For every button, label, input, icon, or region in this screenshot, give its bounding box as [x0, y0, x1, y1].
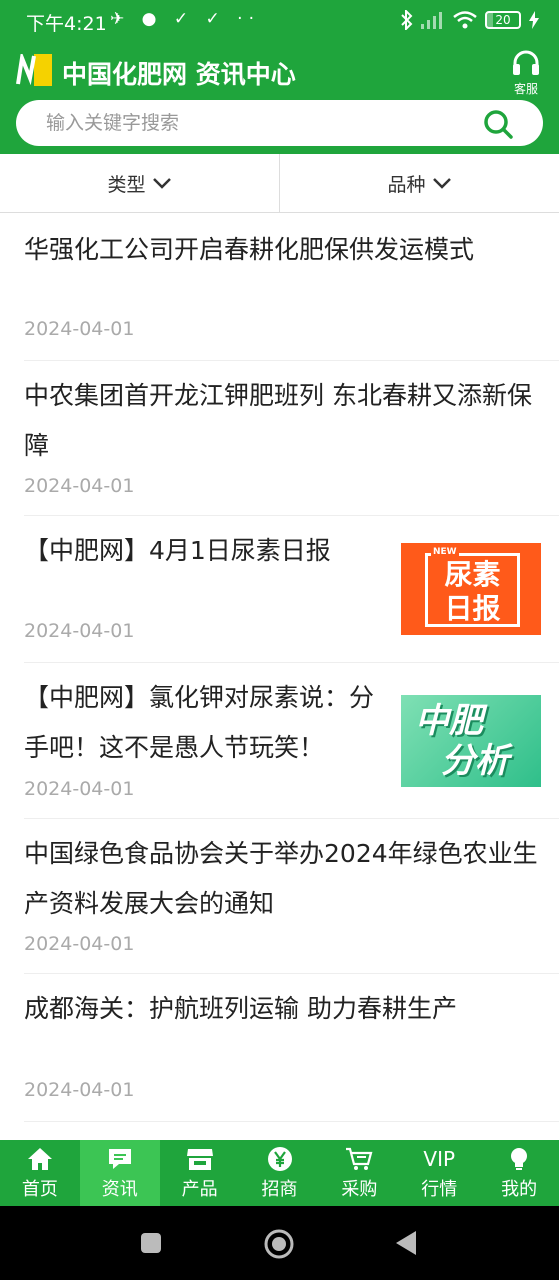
nav-label: 采购: [341, 1178, 378, 1200]
news-title: 中农集团首开龙江钾肥班列 东北春耕又添新保障: [24, 381, 532, 460]
nav-label: 资讯: [101, 1178, 138, 1200]
logo-icon: [16, 54, 52, 86]
nav-label: 首页: [21, 1178, 58, 1200]
cart-icon: [346, 1147, 373, 1170]
thumbnail-text-line1: 尿素: [444, 558, 501, 591]
nav-products[interactable]: 产品: [160, 1140, 240, 1206]
news-date: 2024-04-01: [24, 933, 135, 955]
news-title: 【中肥网】氯化钾对尿素说：分手吧！这不是愚人节玩笑！: [24, 683, 375, 762]
thumbnail-text-line2: 日报: [444, 592, 501, 625]
thumbnail-text-line2: 分析: [441, 741, 509, 781]
news-title: 中国绿色食品协会关于举办2024年绿色农业生产资料发展大会的通知: [24, 839, 538, 918]
news-title: 华强化工公司开启春耕化肥保供发运模式: [24, 235, 475, 264]
nav-mine[interactable]: 我的: [479, 1140, 559, 1206]
bluetooth-icon: [401, 10, 413, 30]
news-date: 2024-04-01: [24, 318, 135, 340]
wifi-icon: [453, 11, 477, 29]
nav-market[interactable]: VIP 行情: [399, 1140, 479, 1206]
nav-label: 我的: [501, 1178, 538, 1200]
signal-icon: [421, 12, 442, 29]
search-icon[interactable]: [483, 109, 513, 139]
search-bar: [16, 100, 543, 146]
yen-icon: [267, 1146, 292, 1171]
store-icon: [186, 1148, 213, 1170]
vip-icon: VIP: [423, 1146, 456, 1171]
system-nav-bar: [0, 1206, 559, 1280]
home-button[interactable]: [263, 1228, 295, 1260]
back-button[interactable]: [394, 1230, 418, 1256]
nav-investment[interactable]: 招商: [240, 1140, 320, 1206]
news-item[interactable]: 【中肥网】氯化钾对尿素说：分手吧！这不是愚人节玩笑！ 2024-04-01 中肥…: [24, 663, 559, 819]
news-thumbnail: 中肥 分析: [401, 695, 541, 787]
nav-label: 产品: [181, 1178, 218, 1200]
status-time: 下午4:21: [26, 13, 107, 35]
news-title: 成都海关：护航班列运输 助力春耕生产: [24, 994, 457, 1023]
news-list: 华强化工公司开启春耕化肥保供发运模式 2024-04-01 中农集团首开龙江钾肥…: [0, 213, 559, 1122]
news-item[interactable]: 中农集团首开龙江钾肥班列 东北春耕又添新保障 2024-04-01: [24, 361, 559, 516]
notification-icons: ✈ ● ✓ ✓ ··: [110, 9, 260, 29]
thumbnail-text-line1: 中肥: [415, 701, 483, 741]
news-item[interactable]: 华强化工公司开启春耕化肥保供发运模式 2024-04-01: [24, 213, 559, 361]
nav-news[interactable]: 资讯: [79, 1140, 160, 1206]
chevron-down-icon: [432, 178, 451, 189]
customer-service-label: 客服: [513, 82, 538, 96]
message-icon: [108, 1148, 131, 1169]
news-item[interactable]: 中国绿色食品协会关于举办2024年绿色农业生产资料发展大会的通知 2024-04…: [24, 819, 559, 974]
status-bar: 下午4:21 ✈ ● ✓ ✓ ·· 20: [0, 0, 559, 40]
nav-home[interactable]: 首页: [0, 1140, 80, 1206]
battery-percent: 20: [495, 13, 511, 27]
news-title: 【中肥网】4月1日尿素日报: [24, 536, 331, 565]
filter-variety-label: 品种: [387, 173, 426, 196]
filter-bar: 类型 品种: [0, 154, 559, 213]
bulb-icon: [511, 1147, 528, 1170]
battery-level: [487, 13, 494, 27]
charging-icon: [529, 11, 539, 29]
customer-service-button[interactable]: 客服: [509, 50, 543, 97]
chevron-down-icon: [152, 178, 171, 189]
news-date: 2024-04-01: [24, 1079, 135, 1101]
app-header: 中国化肥网 资讯中心 客服: [0, 40, 559, 154]
filter-type[interactable]: 类型: [0, 154, 279, 212]
news-date: 2024-04-01: [24, 475, 135, 497]
nav-purchase[interactable]: 采购: [319, 1140, 399, 1206]
headset-icon: [513, 50, 539, 75]
filter-type-label: 类型: [107, 173, 146, 196]
page-title: 中国化肥网 资讯中心: [62, 60, 296, 89]
battery-icon: 20: [485, 11, 521, 29]
status-right: 20: [401, 8, 539, 32]
home-icon: [27, 1147, 52, 1170]
news-item[interactable]: 【中肥网】4月1日尿素日报 2024-04-01 尿素 日报 NEW: [24, 516, 559, 663]
news-date: 2024-04-01: [24, 778, 135, 800]
news-item[interactable]: 成都海关：护航班列运输 助力春耕生产 2024-04-01: [24, 974, 559, 1122]
news-date: 2024-04-01: [24, 620, 135, 642]
filter-variety[interactable]: 品种: [279, 154, 559, 212]
nav-label: 招商: [261, 1178, 298, 1200]
bottom-nav: 首页 资讯 产品 招商 采购 VIP 行情 我的: [0, 1140, 559, 1206]
new-badge: NEW: [431, 547, 459, 557]
recents-button[interactable]: [140, 1232, 162, 1254]
news-thumbnail: 尿素 日报 NEW: [401, 543, 541, 635]
search-input[interactable]: [46, 100, 466, 146]
nav-label: 行情: [421, 1178, 458, 1200]
